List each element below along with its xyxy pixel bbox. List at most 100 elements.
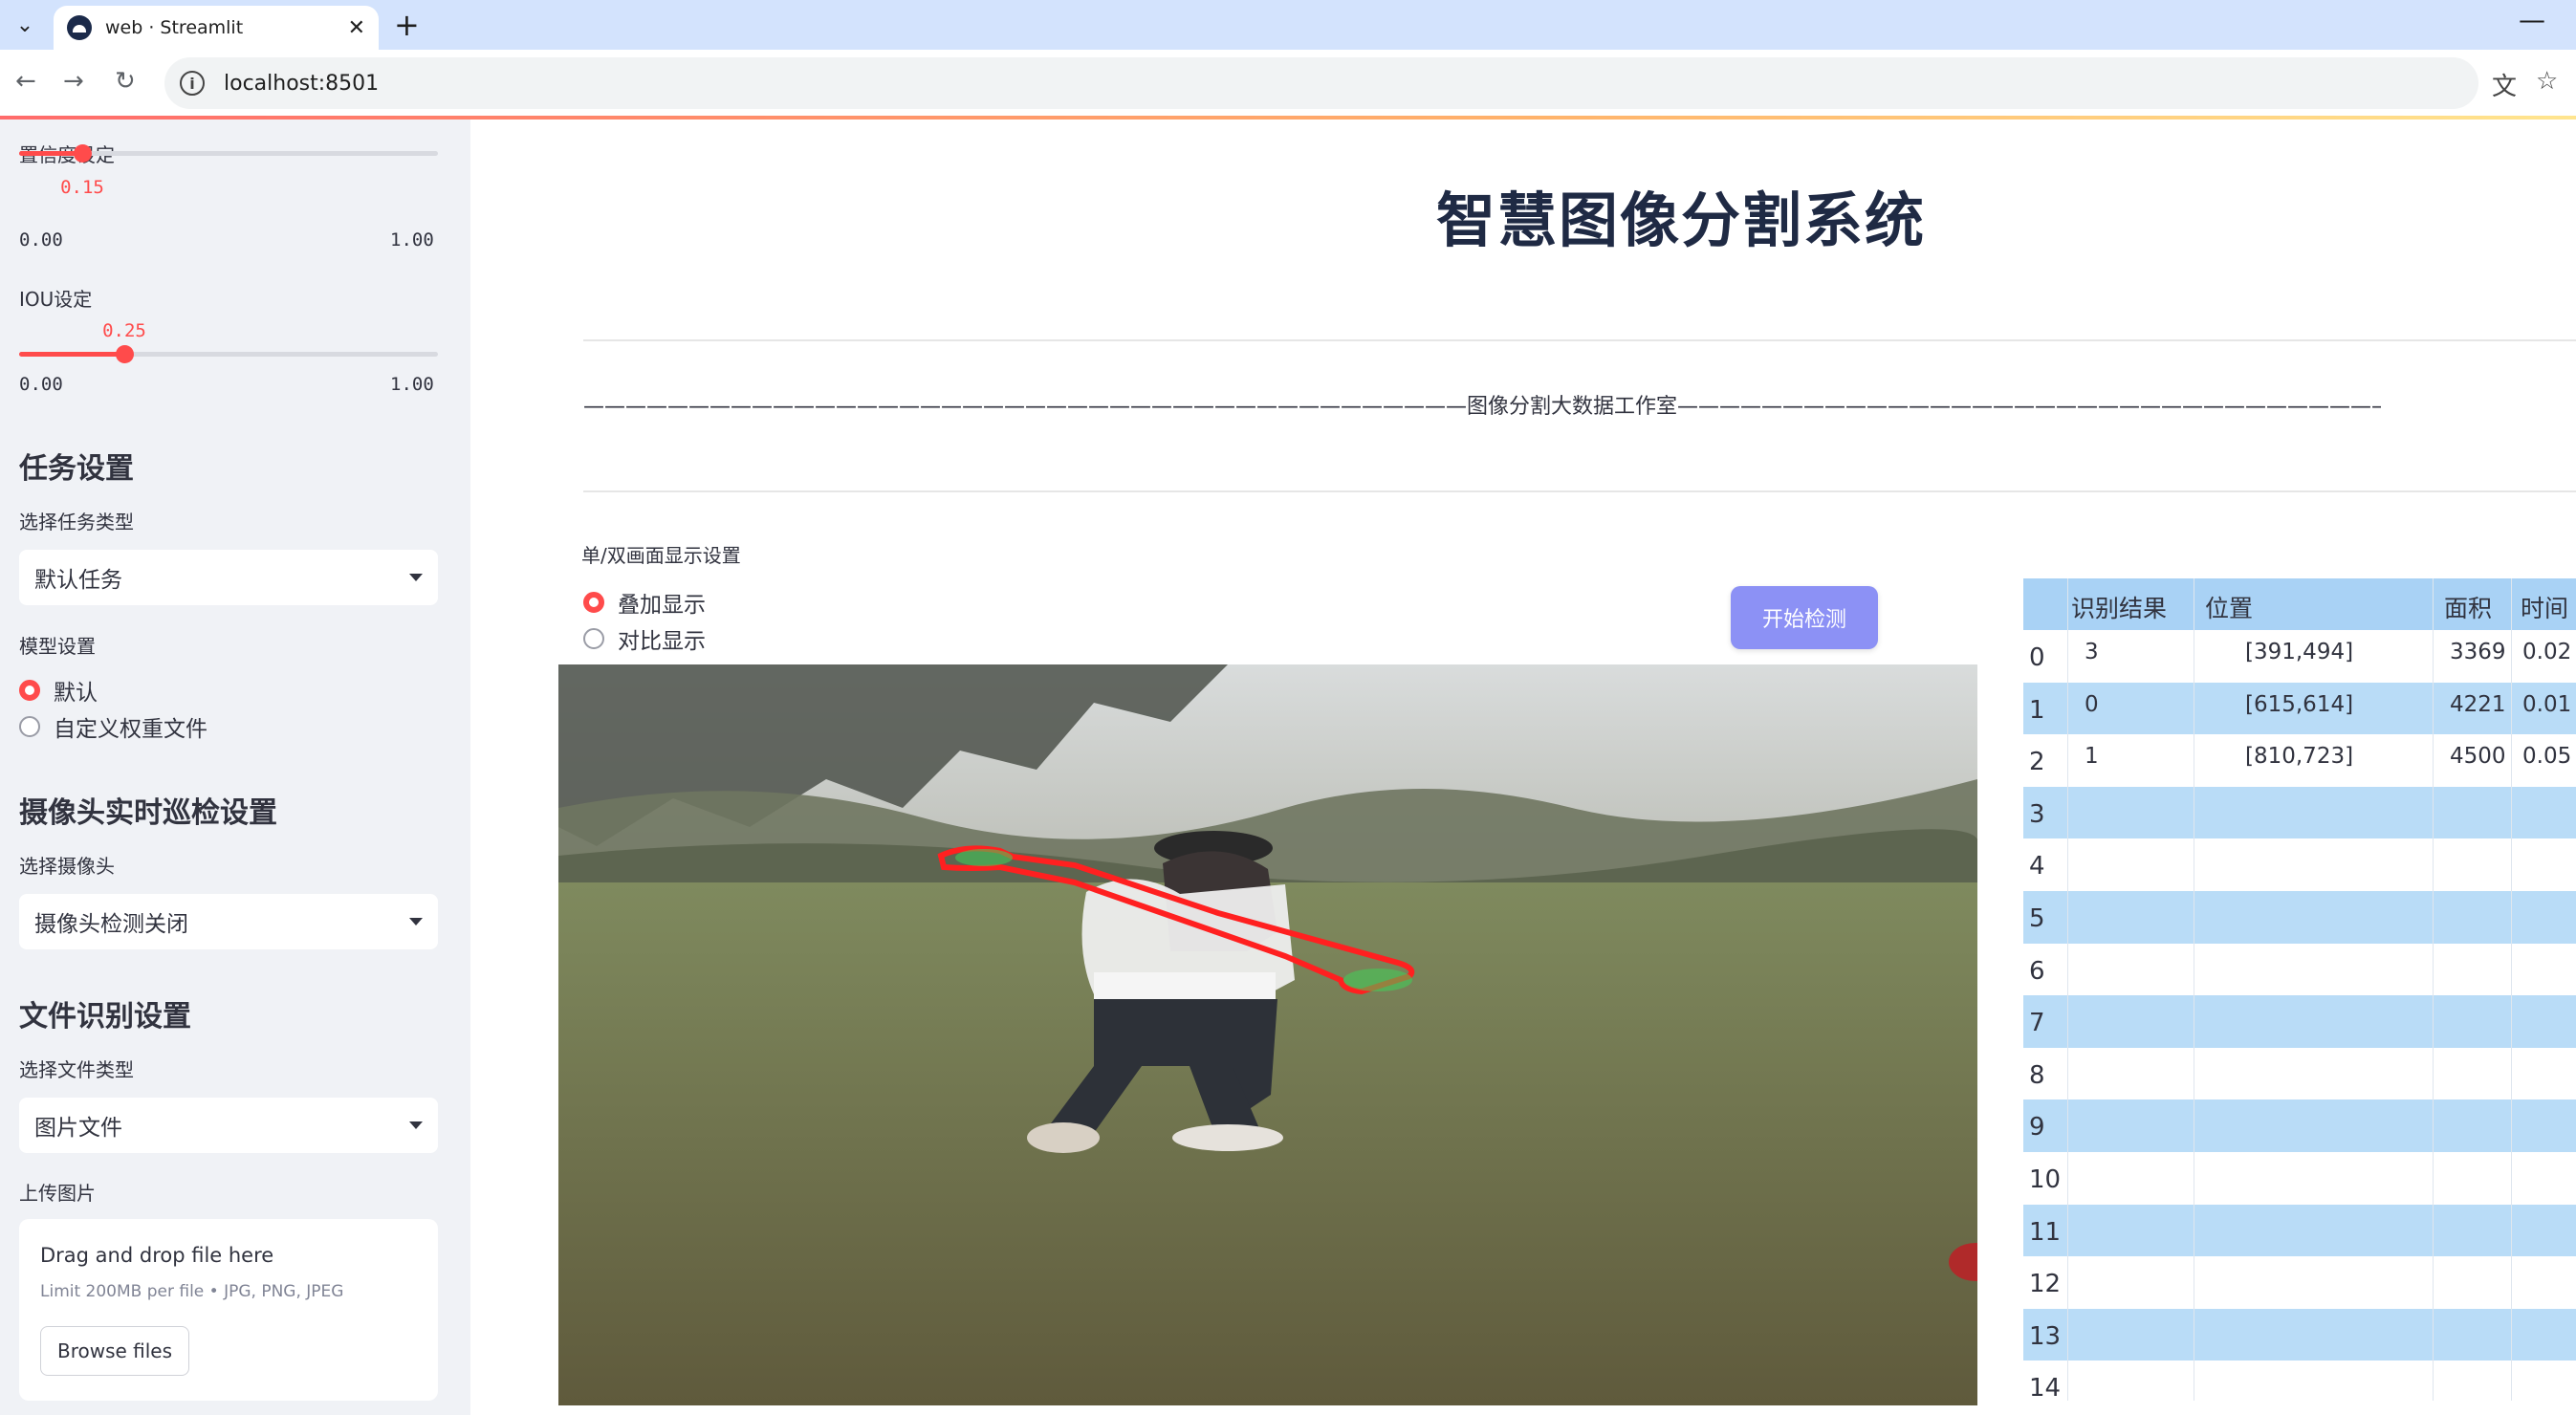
row-index: 11	[2029, 1217, 2062, 1247]
row-index: 4	[2029, 852, 2045, 882]
display-option-compare[interactable]: 对比显示	[583, 622, 706, 655]
row-index: 9	[2029, 1113, 2045, 1143]
row-index: 10	[2029, 1165, 2062, 1194]
row-index: 7	[2029, 1009, 2045, 1038]
cell-area: 4500	[2450, 744, 2506, 770]
table-header-position[interactable]: 位置	[2205, 590, 2253, 624]
address-bar[interactable]: i localhost:8501	[164, 57, 2478, 109]
confidence-slider[interactable]: 0.15	[0, 144, 470, 234]
table-header-area[interactable]: 面积	[2444, 590, 2492, 624]
iou-slider[interactable]: 0.25	[0, 320, 470, 378]
confidence-slider-max: 1.00	[390, 229, 434, 250]
table-row[interactable]: 6	[2023, 943, 2576, 996]
table-row[interactable]: 13	[2023, 1308, 2576, 1361]
bookmark-star-icon[interactable]: ☆	[2536, 67, 2558, 96]
table-header-result[interactable]: 识别结果	[2071, 590, 2167, 624]
chevron-down-icon	[409, 1121, 423, 1129]
radio-selected-icon[interactable]	[19, 680, 40, 701]
tab-close-icon[interactable]: ✕	[348, 16, 365, 40]
model-option-default[interactable]: 默认	[19, 674, 98, 707]
file-type-value: 图片文件	[34, 1116, 122, 1141]
iou-slider-thumb[interactable]	[116, 345, 134, 363]
start-detection-button[interactable]: 开始检测	[1731, 586, 1878, 649]
table-row[interactable]: 1 0 [615,614] 4221 0.01	[2023, 682, 2576, 735]
tab-title: web · Streamlit	[105, 17, 244, 38]
table-row[interactable]: 14	[2023, 1361, 2576, 1413]
table-row[interactable]: 8	[2023, 1047, 2576, 1100]
radio-unselected-icon[interactable]	[583, 628, 604, 649]
iou-label: IOU设定	[19, 288, 93, 311]
table-row[interactable]: 12	[2023, 1256, 2576, 1309]
confidence-slider-track[interactable]	[19, 144, 438, 163]
new-tab-icon[interactable]: +	[394, 8, 420, 42]
confidence-slider-thumb[interactable]	[74, 144, 92, 163]
cell-position: [391,494]	[2245, 640, 2354, 664]
column-divider	[2067, 578, 2068, 1401]
display-option-overlay[interactable]: 叠加显示	[583, 586, 706, 619]
model-option-custom[interactable]: 自定义权重文件	[19, 710, 207, 743]
detection-result-image	[558, 664, 1977, 1405]
display-settings-label: 单/双画面显示设置	[581, 544, 741, 567]
back-arrow-icon[interactable]: ←	[15, 67, 36, 96]
table-header-time[interactable]: 时间	[2521, 590, 2568, 624]
table-row[interactable]: 9	[2023, 1099, 2576, 1152]
row-index: 12	[2029, 1270, 2062, 1299]
cell-result: 0	[2085, 691, 2099, 717]
table-row[interactable]: 7	[2023, 995, 2576, 1048]
table-row[interactable]: 0 3 [391,494] 3369 0.02	[2023, 630, 2576, 683]
radio-unselected-icon[interactable]	[19, 716, 40, 737]
translate-icon[interactable]: 文	[2492, 67, 2517, 102]
golf-swing-scene	[558, 664, 1977, 1405]
table-row[interactable]: 5	[2023, 891, 2576, 944]
task-type-value: 默认任务	[34, 568, 122, 593]
confidence-slider-value: 0.15	[60, 177, 104, 198]
page-title: 智慧图像分割系统	[1435, 185, 1926, 255]
forward-arrow-icon[interactable]: →	[63, 67, 84, 96]
url-text[interactable]: localhost:8501	[224, 72, 379, 96]
camera-select[interactable]: 摄像头检测关闭	[19, 894, 438, 949]
column-divider	[2433, 578, 2434, 1401]
task-type-select[interactable]: 默认任务	[19, 550, 438, 605]
iou-slider-min: 0.00	[19, 374, 63, 395]
radio-selected-icon[interactable]	[583, 592, 604, 613]
iou-slider-fill	[19, 352, 124, 357]
chevron-down-icon	[409, 574, 423, 581]
cell-time: 0.02	[2522, 640, 2572, 664]
cell-time: 0.01	[2522, 691, 2572, 717]
cell-position: [810,723]	[2245, 744, 2354, 770]
table-row[interactable]: 2 1 [810,723] 4500 0.05	[2023, 734, 2576, 787]
task-type-label: 选择任务类型	[19, 511, 134, 533]
cell-area: 3369	[2450, 640, 2506, 664]
table-header-row: 识别结果 位置 面积 时间	[2023, 578, 2576, 630]
browse-files-button[interactable]: Browse files	[40, 1326, 189, 1376]
site-info-icon[interactable]: i	[180, 71, 205, 96]
task-settings-heading: 任务设置	[19, 452, 134, 486]
browser-tab[interactable]: web · Streamlit ✕	[54, 6, 379, 50]
row-index: 14	[2029, 1374, 2062, 1404]
row-index: 5	[2029, 904, 2045, 933]
reload-icon[interactable]: ↻	[115, 67, 136, 96]
camera-label: 选择摄像头	[19, 855, 115, 878]
minimize-window-icon[interactable]: —	[2519, 4, 2545, 35]
streamlit-favicon-icon	[67, 15, 92, 40]
upload-limit: Limit 200MB per file • JPG, PNG, JPEG	[40, 1282, 344, 1301]
row-index: 3	[2029, 799, 2045, 829]
sidebar: 置信度设定 0.15 0.00 1.00 IOU设定 0.25 0.00 1.0…	[0, 120, 470, 1415]
cell-result: 3	[2085, 640, 2099, 664]
table-row[interactable]: 10	[2023, 1152, 2576, 1205]
file-uploader-dropzone[interactable]: Drag and drop file here Limit 200MB per …	[19, 1219, 438, 1401]
camera-settings-heading: 摄像头实时巡检设置	[19, 796, 277, 830]
divider-line	[583, 490, 2576, 492]
iou-slider-track[interactable]	[19, 345, 438, 363]
table-row[interactable]: 4	[2023, 838, 2576, 891]
upload-title: Drag and drop file here	[40, 1244, 274, 1267]
tab-search-icon[interactable]: ⌄	[8, 8, 42, 42]
cell-position: [615,614]	[2245, 691, 2354, 717]
browser-tab-bar: ⌄ web · Streamlit ✕ + —	[0, 0, 2576, 50]
table-row[interactable]: 3	[2023, 786, 2576, 839]
file-type-select[interactable]: 图片文件	[19, 1098, 438, 1153]
file-settings-heading: 文件识别设置	[19, 1000, 191, 1034]
table-row[interactable]: 11	[2023, 1204, 2576, 1257]
model-option-label: 自定义权重文件	[54, 717, 207, 742]
studio-divider-text: ————————————————————————————————————————…	[583, 395, 2381, 419]
